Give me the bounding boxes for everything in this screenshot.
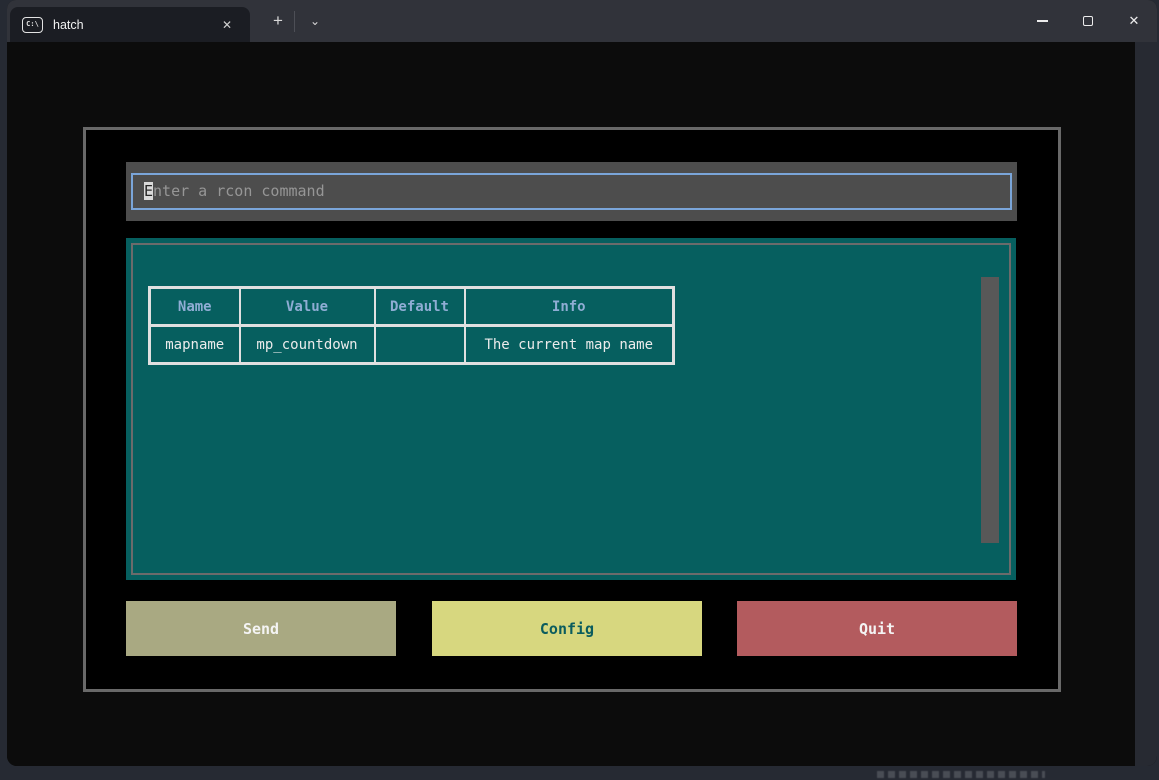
tab-title: hatch bbox=[53, 18, 84, 32]
terminal-scrollbar-track[interactable] bbox=[1135, 42, 1157, 766]
send-button[interactable]: Send bbox=[126, 601, 396, 656]
tab-dropdown-button[interactable]: ⌄ bbox=[300, 9, 330, 35]
desktop: C:\ hatch ✕ + ⌄ ✕ Ente bbox=[0, 0, 1159, 780]
header-name: Name bbox=[150, 288, 240, 326]
wallpaper-artifact bbox=[877, 771, 1045, 778]
cvar-table: Name Value Default Info mapname mp_count… bbox=[148, 286, 675, 365]
minimize-button[interactable] bbox=[1019, 0, 1065, 42]
maximize-button[interactable] bbox=[1065, 0, 1111, 42]
input-placeholder: nter a rcon command bbox=[153, 182, 325, 200]
cell-name: mapname bbox=[150, 326, 240, 364]
tab-hatch[interactable]: C:\ hatch ✕ bbox=[10, 7, 250, 42]
table-row[interactable]: mapname mp_countdown The current map nam… bbox=[150, 326, 674, 364]
titlebar: C:\ hatch ✕ + ⌄ ✕ bbox=[7, 0, 1157, 42]
header-value: Value bbox=[240, 288, 375, 326]
window-controls: ✕ bbox=[1019, 0, 1157, 42]
terminal-icon: C:\ bbox=[22, 17, 43, 33]
text-cursor: E bbox=[144, 182, 153, 200]
app-scrollbar-thumb[interactable] bbox=[981, 277, 999, 543]
cell-value: mp_countdown bbox=[240, 326, 375, 364]
new-tab-button[interactable]: + bbox=[261, 9, 295, 35]
close-button[interactable]: ✕ bbox=[1111, 0, 1157, 42]
terminal-window: C:\ hatch ✕ + ⌄ ✕ Ente bbox=[7, 0, 1157, 766]
cell-info: The current map name bbox=[465, 326, 674, 364]
header-default: Default bbox=[375, 288, 465, 326]
rcon-command-input[interactable]: Enter a rcon command bbox=[131, 173, 1012, 210]
quit-button[interactable]: Quit bbox=[737, 601, 1017, 656]
table-header-row: Name Value Default Info bbox=[150, 288, 674, 326]
maximize-icon bbox=[1083, 16, 1093, 26]
tab-separator bbox=[294, 11, 295, 32]
tab-close-icon[interactable]: ✕ bbox=[216, 14, 238, 36]
minimize-icon bbox=[1037, 20, 1048, 22]
cell-default bbox=[375, 326, 465, 364]
config-button[interactable]: Config bbox=[432, 601, 702, 656]
header-info: Info bbox=[465, 288, 674, 326]
